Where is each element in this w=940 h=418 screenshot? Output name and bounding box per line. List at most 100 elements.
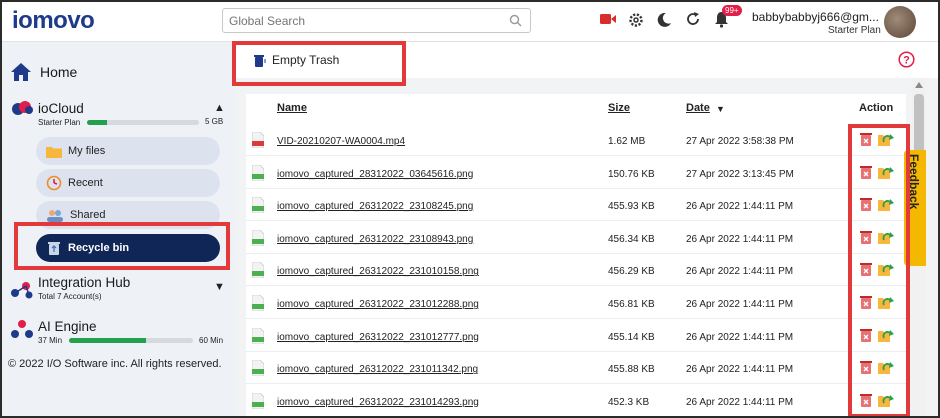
restore-icon[interactable] [878, 132, 894, 152]
file-name-link[interactable]: VID-20210207-WA0004.mp4 [277, 136, 405, 147]
sidebar-item-my-files[interactable]: My files [36, 137, 220, 165]
moon-icon[interactable] [656, 12, 672, 33]
iomovo-logo[interactable]: iomovo [12, 7, 95, 34]
file-size: 455.93 KB [608, 201, 655, 213]
iocloud-title[interactable]: ioCloud [38, 101, 84, 116]
file-name-link[interactable]: iomovo_captured_28312022_03645616.png [277, 169, 473, 180]
recycle-bin-label: Recycle bin [68, 242, 130, 254]
refresh-icon[interactable] [686, 12, 700, 31]
chevron-down-icon[interactable]: ▼ [214, 281, 225, 293]
ai-engine-title[interactable]: AI Engine [38, 319, 97, 334]
delete-permanently-icon[interactable] [860, 132, 872, 151]
sort-desc-icon[interactable]: ▼ [716, 104, 725, 114]
table-row[interactable]: iomovo_captured_26312022_231012777.png 45… [246, 320, 906, 352]
search-input[interactable] [223, 9, 493, 32]
ai-usage-progress-bar [69, 338, 193, 343]
restore-icon[interactable] [878, 262, 894, 282]
cloud-icon [10, 100, 34, 121]
file-size: 1.62 MB [608, 136, 646, 147]
delete-permanently-icon[interactable] [860, 360, 872, 379]
svg-text:?: ? [903, 55, 910, 67]
sidebar-item-recycle-bin[interactable]: Recycle bin [36, 234, 220, 262]
iocloud-plan: Starter Plan [38, 118, 81, 127]
table-row[interactable]: iomovo_captured_26312022_23108245.png 455… [246, 189, 906, 222]
file-name-link[interactable]: iomovo_captured_26312022_231011342.png [277, 364, 478, 375]
recycle-bin-icon [48, 242, 60, 255]
delete-permanently-icon[interactable] [860, 295, 872, 314]
sidebar-item-shared[interactable]: Shared [36, 201, 220, 229]
png-file-icon [251, 196, 265, 214]
table-row[interactable]: VID-20210207-WA0004.mp4 1.62 MB 27 Apr 202… [246, 124, 906, 156]
png-file-icon [251, 294, 265, 312]
help-icon[interactable]: ? [898, 51, 915, 73]
restore-icon[interactable] [878, 197, 894, 217]
file-date: 27 Apr 2022 3:13:45 PM [686, 168, 794, 180]
ai-usage-progress-fill [69, 338, 146, 343]
column-header-name[interactable]: Name [277, 102, 307, 114]
file-name-link[interactable]: iomovo_captured_26312022_231012288.png [277, 299, 479, 310]
shared-label: Shared [70, 209, 106, 221]
column-header-date[interactable]: Date [686, 102, 710, 114]
table-row[interactable]: iomovo_captured_26312022_23108943.png 456… [246, 222, 906, 254]
delete-permanently-icon[interactable] [860, 165, 872, 184]
restore-icon[interactable] [878, 230, 894, 250]
home-label: Home [40, 64, 78, 80]
file-size: 150.76 KB [608, 168, 655, 180]
feedback-tab[interactable]: Feedback [904, 150, 926, 266]
global-search[interactable] [222, 8, 531, 33]
gear-icon[interactable] [628, 12, 644, 33]
file-name-link[interactable]: iomovo_captured_26312022_231012777.png [277, 332, 479, 343]
folder-icon [46, 146, 62, 158]
integration-hub-icon [10, 281, 34, 304]
storage-total: 5 GB [205, 117, 224, 126]
delete-permanently-icon[interactable] [860, 328, 872, 347]
user-plan: Starter Plan [828, 25, 881, 36]
table-row[interactable]: iomovo_captured_26312022_231012288.png 45… [246, 287, 906, 319]
file-name-link[interactable]: iomovo_captured_26312022_231010158.png [277, 266, 479, 277]
file-size: 456.34 KB [608, 233, 655, 245]
sidebar-item-home[interactable]: Home [10, 62, 77, 82]
table-row[interactable]: iomovo_captured_28312022_03645616.png 150… [246, 157, 906, 189]
toolbar [236, 42, 940, 78]
sidebar-item-recent[interactable]: Recent [36, 169, 220, 197]
scroll-up-arrow[interactable] [915, 82, 923, 88]
feedback-label: Feedback [907, 154, 921, 210]
chevron-up-icon[interactable]: ▲ [214, 102, 225, 114]
delete-permanently-icon[interactable] [860, 197, 872, 216]
file-name-link[interactable]: iomovo_captured_26312022_23108943.png [277, 234, 473, 245]
table-row[interactable]: iomovo_captured_26312022_231011342.png 45… [246, 352, 906, 385]
file-size: 455.14 KB [608, 331, 655, 343]
integration-hub-title[interactable]: Integration Hub [38, 275, 130, 290]
user-email[interactable]: babbybabbyj666@gm... [752, 10, 879, 24]
delete-permanently-icon[interactable] [860, 262, 872, 281]
delete-permanently-icon[interactable] [860, 230, 872, 249]
file-date: 27 Apr 2022 3:58:38 PM [686, 136, 794, 147]
storage-progress-fill [87, 120, 108, 125]
video-camera-icon[interactable] [600, 12, 616, 31]
empty-trash-button[interactable]: Empty Trash [254, 53, 339, 67]
table-row[interactable]: iomovo_captured_26312022_231014293.png 45… [246, 385, 906, 417]
file-name-link[interactable]: iomovo_captured_26312022_231014293.png [277, 397, 479, 408]
file-name-link[interactable]: iomovo_captured_26312022_23108245.png [277, 201, 473, 212]
storage-progress-bar [87, 120, 199, 125]
top-bar: iomovo 99+ babbybabbyj666@gm... Starter … [0, 0, 940, 42]
column-header-size[interactable]: Size [608, 102, 630, 114]
file-date: 26 Apr 2022 1:44:11 PM [686, 396, 794, 408]
logo-text: iomovo [12, 7, 95, 34]
png-file-icon [251, 262, 265, 279]
home-icon [11, 63, 31, 81]
table-row[interactable]: iomovo_captured_26312022_231010158.png 45… [246, 254, 906, 287]
file-size: 456.29 KB [608, 266, 655, 278]
ai-engine-used: 37 Min [38, 336, 63, 345]
empty-trash-label: Empty Trash [272, 53, 340, 67]
restore-icon[interactable] [878, 295, 894, 315]
delete-permanently-icon[interactable] [860, 393, 872, 412]
avatar[interactable] [884, 6, 916, 38]
restore-icon[interactable] [878, 393, 894, 413]
restore-icon[interactable] [878, 360, 894, 380]
search-icon[interactable] [509, 14, 522, 32]
restore-icon[interactable] [878, 328, 894, 348]
file-date: 26 Apr 2022 1:44:11 PM [686, 364, 794, 376]
file-date: 26 Apr 2022 1:44:11 PM [686, 233, 794, 245]
restore-icon[interactable] [878, 165, 894, 185]
